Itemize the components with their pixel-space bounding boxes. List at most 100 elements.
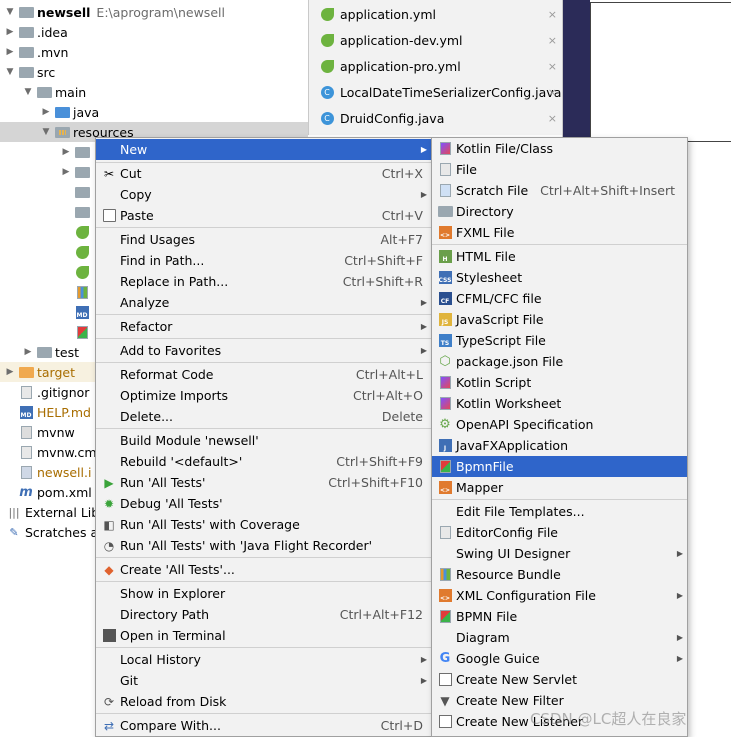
close-icon[interactable]: × — [548, 60, 557, 73]
menu-item-delete[interactable]: Delete... Delete — [96, 406, 431, 427]
menu-item-typescript-file[interactable]: TS TypeScript File — [432, 330, 687, 351]
menu-item-create-all-tests[interactable]: ◆ Create 'All Tests'... — [96, 559, 431, 580]
tree-label: newsell — [37, 4, 91, 20]
menu-item-replace-in-path[interactable]: Replace in Path... Ctrl+Shift+R — [96, 271, 431, 292]
tree-row-project-root[interactable]: ▼ newsell E:\aprogram\newsell — [0, 2, 308, 22]
typescript-file-icon: TS — [437, 333, 453, 349]
compare-icon: ⇄ — [103, 718, 115, 733]
expand-arrow-icon[interactable]: ▶ — [4, 367, 16, 377]
close-icon[interactable]: × — [548, 86, 557, 99]
profiler-icon: ◔ — [103, 538, 115, 553]
clipboard-icon — [101, 208, 117, 224]
menu-item-editorconfig-file[interactable]: EditorConfig File — [432, 522, 687, 543]
menu-item-directory[interactable]: Directory — [432, 201, 687, 222]
menu-item-add-to-favorites[interactable]: Add to Favorites ▶ — [96, 340, 431, 361]
collapse-arrow-icon[interactable]: ▼ — [4, 7, 16, 17]
menu-item-find-usages[interactable]: Find Usages Alt+F7 — [96, 229, 431, 250]
menu-item-run-all-tests[interactable]: ▶ Run 'All Tests' Ctrl+Shift+F10 — [96, 472, 431, 493]
tree-row-main[interactable]: ▼ main — [0, 82, 308, 102]
close-icon[interactable]: × — [548, 8, 557, 21]
menu-item-html-file[interactable]: H HTML File — [432, 246, 687, 267]
expand-arrow-icon[interactable]: ▶ — [60, 147, 72, 157]
menu-item-google-guice[interactable]: G Google Guice ▶ — [432, 648, 687, 669]
expand-arrow-icon[interactable]: ▶ — [22, 347, 34, 357]
kotlin-worksheet-icon — [437, 396, 453, 412]
editor-tab[interactable]: C DruidConfig.java × — [309, 105, 563, 131]
menu-item-bpmnfile[interactable]: BpmnFile — [432, 456, 687, 477]
menu-item-bpmn-file[interactable]: BPMN File — [432, 606, 687, 627]
menu-item-paste[interactable]: Paste Ctrl+V — [96, 205, 431, 226]
collapse-arrow-icon[interactable]: ▼ — [40, 127, 52, 137]
editor-tab[interactable]: application-dev.yml × — [309, 27, 563, 53]
tree-label: .mvn — [37, 44, 69, 60]
menu-item-package-json-file[interactable]: ⬡ package.json File — [432, 351, 687, 372]
menu-item-javafx-application[interactable]: J JavaFXApplication — [432, 435, 687, 456]
tab-label: application.yml — [340, 6, 436, 22]
collapse-arrow-icon[interactable]: ▼ — [4, 67, 16, 77]
editor-tab[interactable]: C LocalDateTimeSerializerConfig.java × — [309, 79, 563, 105]
menu-item-run-with-jfr[interactable]: ◔ Run 'All Tests' with 'Java Flight Reco… — [96, 535, 431, 556]
menu-item-fxml-file[interactable]: <> FXML File — [432, 222, 687, 243]
tree-label: main — [55, 84, 87, 100]
menu-item-mapper[interactable]: <> Mapper — [432, 477, 687, 498]
menu-item-build-module[interactable]: Build Module 'newsell' — [96, 430, 431, 451]
menu-item-kotlin-script[interactable]: Kotlin Script — [432, 372, 687, 393]
menu-item-stylesheet[interactable]: CSS Stylesheet — [432, 267, 687, 288]
editor-tab[interactable]: application.yml × — [309, 1, 563, 27]
menu-item-cut[interactable]: ✂ Cut Ctrl+X — [96, 163, 431, 184]
expand-arrow-icon[interactable]: ▶ — [4, 27, 16, 37]
menu-item-reload-from-disk[interactable]: ⟳ Reload from Disk — [96, 691, 431, 712]
menu-item-optimize-imports[interactable]: Optimize Imports Ctrl+Alt+O — [96, 385, 431, 406]
menu-item-swing-ui-designer[interactable]: Swing UI Designer ▶ — [432, 543, 687, 564]
menu-item-compare-with[interactable]: ⇄ Compare With... Ctrl+D — [96, 715, 431, 736]
menu-item-label: BPMN File — [456, 609, 518, 624]
tree-row-src[interactable]: ▼ src — [0, 62, 308, 82]
menu-item-create-new-servlet[interactable]: Create New Servlet — [432, 669, 687, 690]
menu-item-debug-all-tests[interactable]: ✹ Debug 'All Tests' — [96, 493, 431, 514]
folder-icon — [74, 185, 90, 199]
menu-item-new[interactable]: New ▶ — [96, 139, 431, 160]
menu-item-run-with-coverage[interactable]: ◧ Run 'All Tests' with Coverage — [96, 514, 431, 535]
menu-item-reformat-code[interactable]: Reformat Code Ctrl+Alt+L — [96, 364, 431, 385]
menu-item-refactor[interactable]: Refactor ▶ — [96, 316, 431, 337]
menu-item-edit-file-templates[interactable]: Edit File Templates... — [432, 501, 687, 522]
menu-item-find-in-path[interactable]: Find in Path... Ctrl+Shift+F — [96, 250, 431, 271]
menu-item-analyze[interactable]: Analyze ▶ — [96, 292, 431, 313]
editor-tab[interactable]: application-pro.yml × — [309, 53, 563, 79]
markdown-file-icon: MD — [74, 305, 90, 319]
menu-item-local-history[interactable]: Local History ▶ — [96, 649, 431, 670]
menu-item-kotlin-worksheet[interactable]: Kotlin Worksheet — [432, 393, 687, 414]
menu-item-kotlin-file-class[interactable]: Kotlin File/Class — [432, 138, 687, 159]
collapse-arrow-icon[interactable]: ▼ — [22, 87, 34, 97]
menu-item-label: OpenAPI Specification — [456, 417, 594, 432]
menu-item-open-in-terminal[interactable]: Open in Terminal — [96, 625, 431, 646]
menu-item-openapi-specification[interactable]: ⚙ OpenAPI Specification — [432, 414, 687, 435]
menu-item-directory-path[interactable]: Directory Path Ctrl+Alt+F12 — [96, 604, 431, 625]
expand-arrow-icon[interactable]: ▶ — [60, 167, 72, 177]
menu-item-rebuild[interactable]: Rebuild '<default>' Ctrl+Shift+F9 — [96, 451, 431, 472]
shortcut: Delete — [381, 409, 423, 424]
submenu-arrow-icon: ▶ — [420, 655, 427, 664]
tree-row-java[interactable]: ▶ java — [0, 102, 308, 122]
tree-row-idea[interactable]: ▶ .idea — [0, 22, 308, 42]
mapper-file-icon: <> — [437, 480, 453, 496]
close-icon[interactable]: × — [548, 112, 557, 125]
folder-icon — [18, 25, 34, 39]
expand-arrow-icon[interactable]: ▶ — [4, 47, 16, 57]
menu-item-show-in-explorer[interactable]: Show in Explorer — [96, 583, 431, 604]
menu-item-javascript-file[interactable]: JS JavaScript File — [432, 309, 687, 330]
menu-item-resource-bundle[interactable]: Resource Bundle — [432, 564, 687, 585]
menu-item-xml-configuration-file[interactable]: <> XML Configuration File ▶ — [432, 585, 687, 606]
editorconfig-icon — [437, 525, 453, 541]
expand-arrow-icon[interactable]: ▶ — [40, 107, 52, 117]
menu-item-diagram[interactable]: Diagram ▶ — [432, 627, 687, 648]
tree-row-mvn[interactable]: ▶ .mvn — [0, 42, 308, 62]
menu-item-file[interactable]: File — [432, 159, 687, 180]
folder-icon — [18, 65, 34, 79]
menu-item-git[interactable]: Git ▶ — [96, 670, 431, 691]
menu-item-copy[interactable]: Copy ▶ — [96, 184, 431, 205]
menu-item-cfml-cfc-file[interactable]: CF CFML/CFC file — [432, 288, 687, 309]
menu-item-scratch-file[interactable]: Scratch File Ctrl+Alt+Shift+Insert — [432, 180, 687, 201]
spring-leaf-icon — [319, 33, 335, 47]
close-icon[interactable]: × — [548, 34, 557, 47]
